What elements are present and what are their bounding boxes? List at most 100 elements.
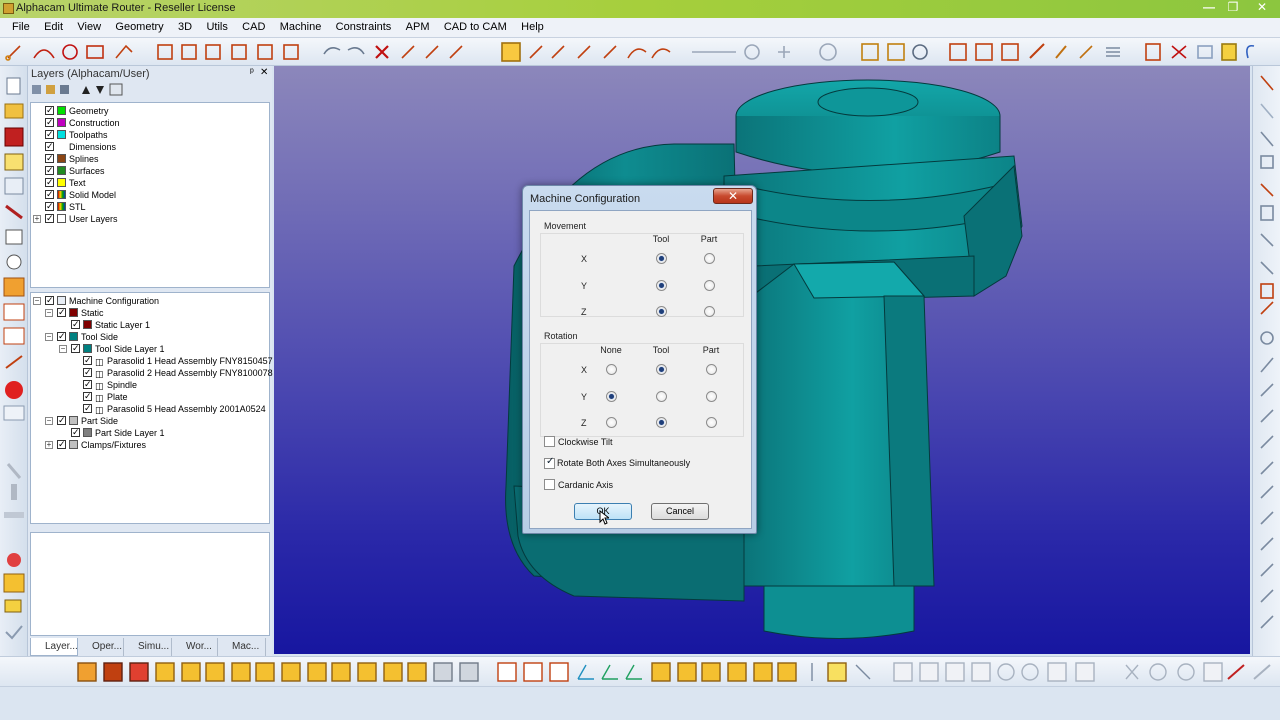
move-up-icon[interactable] — [82, 86, 90, 94]
right-tool-icon[interactable] — [1260, 537, 1274, 551]
front-view-icon[interactable] — [651, 662, 671, 682]
right-tool-icon[interactable] — [1260, 205, 1274, 221]
right-tool-icon[interactable] — [1260, 183, 1274, 197]
top-view-icon[interactable] — [549, 662, 569, 682]
view-icon[interactable] — [77, 662, 97, 682]
grey-box-icon[interactable] — [893, 662, 913, 682]
folder-icon[interactable] — [1221, 43, 1237, 61]
join-icon[interactable] — [551, 45, 565, 59]
offset-icon[interactable] — [257, 44, 273, 60]
dialog-close-button[interactable]: ✕ — [713, 188, 753, 204]
movement-x-tool-radio[interactable] — [656, 253, 667, 264]
close-window-button[interactable]: ✕ — [1246, 0, 1278, 16]
paste-icon[interactable] — [1197, 45, 1213, 59]
tab-operations[interactable]: Oper... — [78, 638, 124, 656]
cardanic-axis-checkbox[interactable] — [544, 479, 555, 490]
layer-checkbox[interactable] — [45, 212, 54, 224]
tree-checkbox[interactable] — [45, 294, 54, 306]
arc-tool-icon[interactable] — [33, 49, 55, 59]
paint-icon[interactable] — [7, 553, 21, 567]
tree-checkbox[interactable] — [83, 390, 92, 402]
wrap-icon[interactable] — [331, 662, 351, 682]
new-file-icon[interactable] — [6, 77, 21, 95]
grey-rotate-icon[interactable] — [997, 663, 1015, 681]
scale-icon[interactable] — [231, 44, 247, 60]
back-view-icon[interactable] — [677, 662, 697, 682]
attach-icon[interactable] — [1246, 44, 1255, 59]
wcs-icon[interactable] — [625, 664, 642, 680]
list-icon[interactable] — [1106, 47, 1120, 57]
grey-move-icon[interactable] — [971, 662, 991, 682]
machine-icon[interactable] — [3, 277, 25, 297]
grey-123-icon[interactable] — [1203, 662, 1223, 682]
right-tool-icon[interactable] — [1260, 409, 1274, 423]
bottom-view-icon[interactable] — [753, 662, 773, 682]
rotation-z-tool-radio[interactable] — [656, 417, 667, 428]
tab-simulation[interactable]: Simu... — [124, 638, 172, 656]
collapse-icon[interactable]: − — [45, 333, 53, 341]
tree-checkbox[interactable] — [71, 342, 80, 354]
right-tool-icon[interactable] — [1260, 75, 1274, 91]
menu-file[interactable]: File — [6, 18, 35, 33]
revolve-icon[interactable] — [205, 662, 225, 682]
iso-view-icon[interactable] — [523, 662, 543, 682]
nc-code-icon[interactable] — [3, 405, 25, 421]
layers-icon[interactable] — [949, 43, 967, 61]
extend-icon[interactable] — [529, 45, 543, 59]
layer-list-icon[interactable] — [109, 83, 123, 96]
tree-checkbox[interactable] — [83, 378, 92, 390]
pen-icon[interactable] — [1055, 45, 1067, 59]
grey-gear-icon[interactable] — [1149, 663, 1167, 681]
layer-add-icon[interactable] — [46, 85, 55, 94]
check-icon[interactable] — [5, 625, 23, 640]
right-tool-icon[interactable] — [1260, 331, 1274, 345]
rotation-y-none-radio[interactable] — [606, 391, 617, 402]
highlight-icon[interactable] — [827, 662, 847, 682]
arc-reverse-icon[interactable] — [651, 48, 671, 59]
extrude-icon[interactable] — [181, 662, 201, 682]
layer-checkbox[interactable] — [45, 104, 54, 116]
snap-icon[interactable] — [778, 46, 790, 58]
right-view-icon[interactable] — [727, 662, 747, 682]
mirror-icon[interactable] — [205, 44, 221, 60]
tree-checkbox[interactable] — [83, 366, 92, 378]
grey-cut-icon[interactable] — [919, 662, 939, 682]
pin-icon[interactable]: ᵖ — [250, 67, 254, 78]
expand-icon[interactable]: + — [33, 215, 41, 223]
menu-view[interactable]: View — [71, 18, 106, 33]
arc-edit-icon[interactable] — [627, 48, 647, 59]
rotation-x-none-radio[interactable] — [606, 364, 617, 375]
loft-icon[interactable] — [255, 662, 275, 682]
rotate-icon[interactable] — [181, 44, 197, 60]
simulate-icon[interactable] — [5, 381, 23, 399]
menu-constraints[interactable]: Constraints — [330, 18, 397, 33]
collapse-icon[interactable]: − — [45, 417, 53, 425]
graphics-viewport[interactable] — [274, 66, 1250, 654]
layer-checkbox[interactable] — [45, 140, 54, 152]
layer-checkbox[interactable] — [45, 116, 54, 128]
tools-icon[interactable] — [5, 204, 23, 220]
menu-machine[interactable]: Machine — [274, 18, 327, 33]
redo-icon[interactable] — [347, 46, 365, 55]
axes-icon[interactable] — [577, 664, 594, 680]
cone-icon[interactable] — [383, 662, 403, 682]
right-tool-icon[interactable] — [1260, 485, 1274, 499]
split-icon[interactable] — [577, 45, 591, 59]
movement-x-part-radio[interactable] — [704, 253, 715, 264]
grey-up-icon[interactable] — [1075, 662, 1095, 682]
solid-view-icon[interactable] — [129, 662, 149, 682]
right-tool-icon[interactable] — [1260, 283, 1274, 299]
copy-icon[interactable] — [283, 44, 299, 60]
solid-icon[interactable] — [3, 573, 25, 593]
fillet-icon[interactable] — [449, 45, 463, 59]
maximize-button[interactable]: ❐ — [1220, 0, 1246, 16]
right-tool-icon[interactable] — [1260, 261, 1274, 275]
panel-close-icon[interactable]: ✕ — [260, 67, 268, 78]
right-tool-icon[interactable] — [1260, 131, 1274, 147]
menu-cad-to-cam[interactable]: CAD to CAM — [438, 18, 512, 33]
delete-icon[interactable] — [375, 45, 389, 59]
collapse-icon[interactable]: − — [33, 297, 41, 305]
menu-edit[interactable]: Edit — [38, 18, 68, 33]
grid-icon[interactable] — [819, 43, 837, 61]
group-icon[interactable] — [975, 43, 993, 61]
